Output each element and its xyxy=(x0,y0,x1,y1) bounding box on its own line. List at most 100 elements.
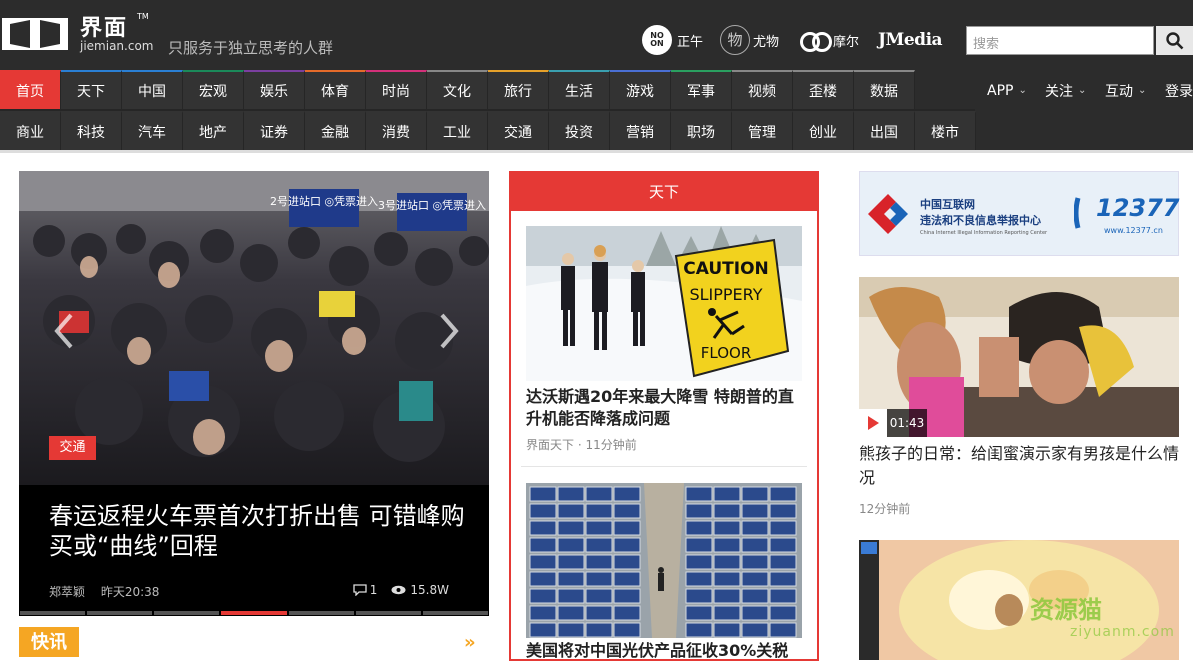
nav-app-dropdown[interactable]: APP ⌄ xyxy=(987,70,1027,111)
nav-login-link[interactable]: 登录 xyxy=(1165,70,1193,111)
nav-primary-item-10[interactable]: 游戏 xyxy=(610,70,671,109)
hero-stats: 1 15.8W xyxy=(353,583,449,597)
carousel-dot[interactable] xyxy=(154,611,220,615)
solar-panel xyxy=(557,622,585,638)
nav-secondary-item-9[interactable]: 投资 xyxy=(549,111,610,150)
nav-interact-dropdown[interactable]: 互动 ⌄ xyxy=(1105,70,1146,111)
kuaixun-more-icon[interactable]: » xyxy=(464,632,476,653)
carousel-dot[interactable] xyxy=(355,611,421,615)
tianxia-header[interactable]: 天下 xyxy=(511,171,817,211)
video-overlay[interactable]: 01:43 xyxy=(859,409,927,437)
nav-primary-item-14[interactable]: 数据 xyxy=(854,70,915,109)
hero-time: 昨天20:38 xyxy=(100,585,160,599)
play-icon[interactable] xyxy=(859,409,887,437)
ad-org: 中国互联网 xyxy=(920,198,975,211)
brand-noon-link[interactable]: NO ON 正午 xyxy=(642,24,703,56)
nav-secondary-item-4[interactable]: 证券 xyxy=(244,111,305,150)
kuaixun-label[interactable]: 快讯 xyxy=(19,627,79,657)
nav-follow-dropdown[interactable]: 关注 ⌄ xyxy=(1045,70,1086,111)
article-image-food[interactable] xyxy=(859,540,1179,660)
nav-secondary-item-11[interactable]: 职场 xyxy=(671,111,732,150)
brand-youwu-link[interactable]: 物 尤物 xyxy=(720,24,779,56)
nav-secondary-item-7[interactable]: 工业 xyxy=(427,111,488,150)
logo-title[interactable]: 界面 xyxy=(80,10,128,42)
nav-secondary-item-12[interactable]: 管理 xyxy=(732,111,793,150)
solar-panel xyxy=(529,554,557,570)
solar-panel xyxy=(529,622,557,638)
article-title[interactable]: 达沃斯遇20年来最大降雪 特朗普的直升机能否降落成问题 xyxy=(526,386,802,430)
solar-panel xyxy=(557,537,585,553)
nav-primary-item-4[interactable]: 娱乐 xyxy=(244,70,305,109)
nav-primary-item-8[interactable]: 旅行 xyxy=(488,70,549,109)
nav-secondary-item-2[interactable]: 汽车 xyxy=(122,111,183,150)
carousel-dot[interactable] xyxy=(422,611,488,615)
chevron-down-icon: ⌄ xyxy=(1018,85,1027,96)
article-image-snow[interactable]: CAUTION SLIPPERY FLOOR xyxy=(526,226,802,381)
nav-primary-item-3[interactable]: 宏观 xyxy=(183,70,244,109)
solar-panel xyxy=(741,486,769,502)
solar-panel xyxy=(613,537,641,553)
nav-secondary-item-5[interactable]: 金融 xyxy=(305,111,366,150)
solar-panel xyxy=(529,605,557,621)
nav-login-label: 登录 xyxy=(1165,83,1193,100)
ad-org-2: 违法和不良信息举报中心 xyxy=(920,214,1041,227)
search-button[interactable] xyxy=(1156,26,1193,55)
nav-secondary-item-0[interactable]: 商业 xyxy=(0,111,61,150)
carousel-dot[interactable] xyxy=(288,611,354,615)
jmedia-logo: JMedia xyxy=(878,30,943,50)
nav-primary-item-6[interactable]: 时尚 xyxy=(366,70,427,109)
hero-category-tag[interactable]: 交通 xyxy=(49,436,96,460)
solar-panel xyxy=(585,486,613,502)
nav-secondary-item-3[interactable]: 地产 xyxy=(183,111,244,150)
moer-logo-icon xyxy=(800,30,832,52)
tianxia-panel: 天下 CAUTION SLIPPERY FLOOR 达沃斯遇20年来最大降雪 特… xyxy=(509,171,819,661)
nav-primary-item-1[interactable]: 天下 xyxy=(61,70,122,109)
article-source[interactable]: 界面天下 xyxy=(526,438,574,452)
hero-comment-count: 1 xyxy=(369,583,378,597)
nav-primary-item-0[interactable]: 首页 xyxy=(0,70,61,109)
hero-title[interactable]: 春运返程火车票首次打折出售 可错峰购买或“曲线”回程 xyxy=(49,501,469,561)
carousel-prev-icon[interactable] xyxy=(49,311,79,351)
carousel-next-icon[interactable] xyxy=(434,311,464,351)
nav-secondary-item-6[interactable]: 消费 xyxy=(366,111,427,150)
nav-secondary-item-1[interactable]: 科技 xyxy=(61,111,122,150)
carousel-dot[interactable] xyxy=(20,611,86,615)
nav-secondary-item-8[interactable]: 交通 xyxy=(488,111,549,150)
article-title[interactable]: 美国将对中国光伏产品征收30%关税 xyxy=(526,640,802,662)
solar-panel xyxy=(685,503,713,519)
nav-primary-item-12[interactable]: 视频 xyxy=(732,70,793,109)
hero-author[interactable]: 郑萃颖 xyxy=(49,585,85,599)
solar-panel xyxy=(685,588,713,604)
hero-carousel[interactable]: 2号进站口 ◎凭票进入 3号进站口 ◎凭票进入 交通 春运返程火车票首次打折出售… xyxy=(19,171,489,616)
hero-view-count: 15.8W xyxy=(410,583,449,597)
nav-primary-item-13[interactable]: 歪楼 xyxy=(793,70,854,109)
hero-sign-1: 2号进站口 ◎凭票进入 xyxy=(270,194,378,208)
nav-secondary-item-14[interactable]: 出国 xyxy=(854,111,915,150)
video-title[interactable]: 熊孩子的日常：给闺蜜演示家有男孩是什么情况 xyxy=(859,442,1184,490)
nav-secondary-item-13[interactable]: 创业 xyxy=(793,111,854,150)
solar-panel xyxy=(769,486,797,502)
carousel-dot[interactable] xyxy=(221,611,287,615)
nav-secondary-item-10[interactable]: 营销 xyxy=(610,111,671,150)
brand-jmedia-link[interactable]: JMedia xyxy=(878,24,943,56)
nav-primary-item-9[interactable]: 生活 xyxy=(549,70,610,109)
brand-moer-link[interactable]: 摩尔 xyxy=(800,24,859,56)
chevron-down-icon: ⌄ xyxy=(1138,85,1147,96)
solar-panel xyxy=(713,503,741,519)
jiemian-logo-icon[interactable] xyxy=(2,14,68,54)
nav-primary-item-11[interactable]: 军事 xyxy=(671,70,732,109)
top-header: 界面 TM jiemian.com 只服务于独立思考的人群 NO ON 正午 物 … xyxy=(0,0,1193,70)
solar-panel xyxy=(585,554,613,570)
carousel-dot[interactable] xyxy=(87,611,153,615)
solar-panel xyxy=(769,537,797,553)
nav-secondary-item-15[interactable]: 楼市 xyxy=(915,111,976,150)
caution-sign-line3: FLOOR xyxy=(701,344,752,362)
nav-row-primary: 首页 天下 中国 宏观 娱乐 体育 时尚 文化 旅行 生活 游戏 军事 视频 歪楼 数据 xyxy=(0,70,915,109)
nav-primary-item-5[interactable]: 体育 xyxy=(305,70,366,109)
search-input[interactable]: 搜索 xyxy=(966,26,1154,55)
nav-primary-item-2[interactable]: 中国 xyxy=(122,70,183,109)
nav-primary-item-7[interactable]: 文化 xyxy=(427,70,488,109)
report-center-ad[interactable]: 中国互联网 违法和不良信息举报中心 China Internet Illegal… xyxy=(859,171,1180,256)
article-image-solar[interactable] xyxy=(526,483,802,638)
solar-panel xyxy=(613,622,641,638)
